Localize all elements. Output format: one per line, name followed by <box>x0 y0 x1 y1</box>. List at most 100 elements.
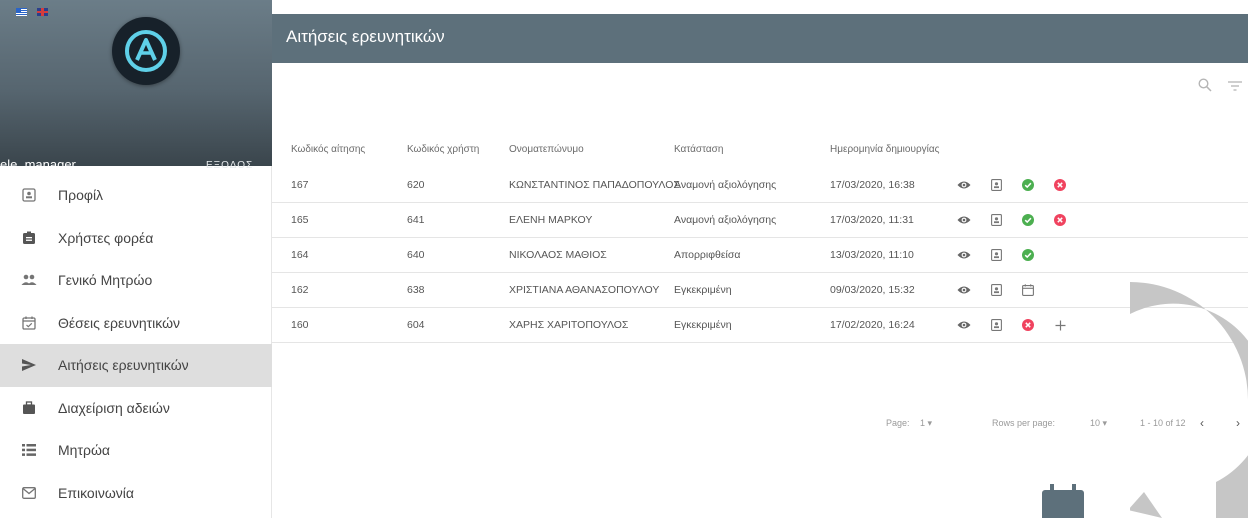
app-logo <box>112 17 180 85</box>
table-row: 167 620 ΚΩΝΣΤΑΝΤΙΝΟΣ ΠΑΠΑΔΟΠΟΥΛΟΣ Αναμον… <box>272 168 1248 203</box>
column-header-full-name[interactable]: Ονοματεπώνυμο <box>499 144 670 155</box>
cell-full-name: ΧΑΡΗΣ ΧΑΡΙΤΟΠΟΥΛΟΣ <box>509 319 629 331</box>
rows-per-page-select[interactable]: 10 ▾ <box>1090 418 1107 429</box>
table-row: 160 604 ΧΑΡΗΣ ΧΑΡΙΤΟΠΟΥΛΟΣ Εγκεκριμένη 1… <box>272 308 1248 343</box>
filter-icon[interactable] <box>1228 79 1242 97</box>
profile-icon[interactable] <box>980 315 1012 335</box>
table-row: 162 638 ΧΡΙΣΤΙΑΝΑ ΑΘΑΝΑΣΟΠΟΥΛΟΥ Εγκεκριμ… <box>272 273 1248 308</box>
cell-full-name: ΝΙΚΟΛΑΟΣ ΜΑΘΙΟΣ <box>509 249 607 261</box>
approve-icon[interactable] <box>1012 210 1044 230</box>
greek-flag-icon[interactable] <box>16 8 27 16</box>
sidebar-item-profile[interactable]: Προφίλ <box>0 174 272 217</box>
sidebar-item-label: Χρήστες φορέα <box>58 229 154 246</box>
cell-created-date: 09/03/2020, 15:32 <box>830 284 915 296</box>
search-icon[interactable] <box>1198 78 1212 97</box>
view-icon[interactable] <box>948 210 980 230</box>
cell-status: Αναμονή αξιολόγησης <box>674 179 777 191</box>
page-select[interactable]: 1 ▾ <box>920 418 932 429</box>
reject-icon[interactable] <box>1044 210 1076 230</box>
rows-per-page-value: 10 <box>1090 418 1101 428</box>
cell-application-id: 162 <box>291 284 309 296</box>
calendar-icon[interactable] <box>1012 280 1044 300</box>
reject-icon[interactable] <box>1044 175 1076 195</box>
sidebar-nav: Προφίλ Χρήστες φορέα Γενικό Μητρώο Θέσει… <box>0 174 272 514</box>
row-actions <box>948 280 1044 300</box>
sidebar-item-label: Μητρώα <box>58 442 110 459</box>
briefcase-icon <box>0 401 58 415</box>
view-icon[interactable] <box>948 245 980 265</box>
calendar-check-icon <box>0 316 58 330</box>
page-label: Page: <box>886 418 910 428</box>
profile-icon[interactable] <box>980 245 1012 265</box>
page-select-value: 1 <box>920 418 926 428</box>
cell-status: Εγκεκριμένη <box>674 319 732 331</box>
cell-created-date: 17/02/2020, 16:24 <box>830 319 915 331</box>
cell-status: Απορριφθείσα <box>674 249 741 261</box>
cell-full-name: ΕΛΕΝΗ ΜΑΡΚΟΥ <box>509 214 593 226</box>
cell-status: Αναμονή αξιολόγησης <box>674 214 777 226</box>
logout-button[interactable]: ΕΞΟΔΟΣ <box>206 160 253 171</box>
table-row: 164 640 ΝΙΚΟΛΑΟΣ ΜΑΘΙΟΣ Απορριφθείσα 13/… <box>272 238 1248 273</box>
column-header-user-id[interactable]: Κωδικός χρήστη <box>396 144 499 155</box>
send-icon <box>0 358 58 372</box>
view-icon[interactable] <box>948 175 980 195</box>
cell-application-id: 167 <box>291 179 309 191</box>
sidebar-item-label: Θέσεις ερευνητικών <box>58 314 181 331</box>
cell-application-id: 165 <box>291 214 309 226</box>
row-actions <box>948 315 1076 335</box>
sidebar-item-label: Επικοινωνία <box>58 484 134 501</box>
cell-full-name: ΧΡΙΣΤΙΑΝΑ ΑΘΑΝΑΣΟΠΟΥΛΟΥ <box>509 284 660 296</box>
page-header: Αιτήσεις ερευνητικών <box>272 14 1248 63</box>
table-header: Κωδικός αίτησης Κωδικός χρήστη Ονοματεπώ… <box>272 130 1248 168</box>
sidebar-item-label: Διαχείριση αδειών <box>58 399 170 416</box>
profile-icon <box>0 188 58 202</box>
approve-icon[interactable] <box>1012 175 1044 195</box>
profile-icon[interactable] <box>980 175 1012 195</box>
badge-icon <box>0 231 58 245</box>
cell-application-id: 164 <box>291 249 309 261</box>
list-icon <box>0 444 58 457</box>
sidebar-item-contact[interactable]: Επικοινωνία <box>0 472 272 515</box>
reject-icon[interactable] <box>1012 315 1044 335</box>
view-icon[interactable] <box>948 280 980 300</box>
sidebar-item-registries[interactable]: Μητρώα <box>0 429 272 472</box>
sidebar: ele_manager ΕΞΟΔΟΣ Προφίλ Χρήστες φορέα … <box>0 0 272 518</box>
sidebar-item-label: Αιτήσεις ερευνητικών <box>58 357 189 374</box>
english-flag-icon[interactable] <box>37 8 48 16</box>
language-switcher <box>16 8 48 16</box>
sidebar-item-general-registry[interactable]: Γενικό Μητρώο <box>0 259 272 302</box>
sidebar-item-agency-users[interactable]: Χρήστες φορέα <box>0 217 272 260</box>
sidebar-item-license-management[interactable]: Διαχείριση αδειών <box>0 387 272 430</box>
approve-icon[interactable] <box>1012 245 1044 265</box>
page-title: Αιτήσεις ερευνητικών <box>286 27 445 46</box>
column-header-status[interactable]: Κατάσταση <box>670 144 825 155</box>
add-icon[interactable] <box>1044 315 1076 335</box>
view-icon[interactable] <box>948 315 980 335</box>
applications-table: Κωδικός αίτησης Κωδικός χρήστη Ονοματεπώ… <box>272 130 1248 343</box>
username-label: ele_manager <box>0 157 76 172</box>
cell-created-date: 17/03/2020, 16:38 <box>830 179 915 191</box>
column-header-created-date[interactable]: Ημερομηνία δημιουργίας <box>825 144 948 155</box>
profile-icon[interactable] <box>980 280 1012 300</box>
cell-created-date: 17/03/2020, 11:31 <box>830 214 914 226</box>
row-actions <box>948 210 1076 230</box>
people-icon <box>0 274 58 286</box>
cell-user-id: 638 <box>407 284 425 296</box>
column-header-application-id[interactable]: Κωδικός αίτησης <box>272 144 396 155</box>
cell-user-id: 641 <box>407 214 425 226</box>
arc-arrow-icon <box>1130 282 1248 518</box>
cell-application-id: 160 <box>291 319 309 331</box>
sidebar-item-research-positions[interactable]: Θέσεις ερευνητικών <box>0 302 272 345</box>
sidebar-item-research-applications[interactable]: Αιτήσεις ερευνητικών <box>0 344 272 387</box>
profile-icon[interactable] <box>980 210 1012 230</box>
rows-per-page-label: Rows per page: <box>992 418 1056 428</box>
table-toolbar <box>1198 78 1242 97</box>
cell-status: Εγκεκριμένη <box>674 284 732 296</box>
table-row: 165 641 ΕΛΕΝΗ ΜΑΡΚΟΥ Αναμονή αξιολόγησης… <box>272 203 1248 238</box>
sidebar-item-label: Γενικό Μητρώο <box>58 272 153 289</box>
cell-full-name: ΚΩΝΣΤΑΝΤΙΝΟΣ ΠΑΠΑΔΟΠΟΥΛΟΣ <box>509 179 680 191</box>
cell-user-id: 640 <box>407 249 425 261</box>
cell-user-id: 604 <box>407 319 425 331</box>
mail-icon <box>0 486 58 499</box>
cell-created-date: 13/03/2020, 11:10 <box>830 249 914 261</box>
